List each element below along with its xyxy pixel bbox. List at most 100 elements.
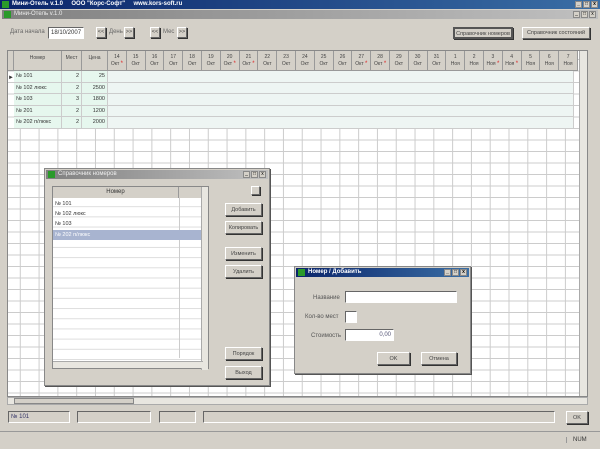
cell-places[interactable]: 2	[62, 82, 82, 93]
maximize-button[interactable]: □	[251, 171, 258, 178]
minimize-button[interactable]: _	[243, 171, 250, 178]
cell-price[interactable]: 25	[82, 71, 108, 82]
scroll-thumb[interactable]	[14, 398, 134, 404]
list-item[interactable]: № 102 люкс	[53, 209, 210, 219]
date-input[interactable]: 18/10/2007	[48, 27, 84, 39]
date-header[interactable]: 25 Окт	[314, 51, 334, 71]
date-header[interactable]: 30 Окт	[408, 51, 428, 71]
cell-room[interactable]: № 102 люкс	[14, 82, 62, 93]
list-item[interactable]: № 202 п/люкс	[53, 229, 203, 240]
exit-button[interactable]: Выход	[225, 366, 262, 379]
booking-cells[interactable]	[108, 71, 574, 82]
date-header[interactable]: 22 Окт	[258, 51, 278, 71]
date-header[interactable]: 20 Окт *	[220, 51, 240, 71]
close-button[interactable]: x	[460, 269, 467, 276]
name-input[interactable]	[345, 291, 457, 303]
dialog-cancel-button[interactable]: Отмена	[421, 352, 457, 365]
date-header[interactable]: 6 Ноя	[540, 51, 560, 71]
header-room[interactable]: Номер	[14, 51, 62, 71]
cell-places[interactable]: 3	[62, 94, 82, 105]
month-prev-button[interactable]: <<	[150, 27, 160, 38]
date-header[interactable]: 1 Ноя	[446, 51, 466, 71]
states-ref-button[interactable]: Справочник состояний	[522, 27, 590, 39]
list-item[interactable]: № 103	[53, 219, 210, 229]
minimize-button[interactable]: _	[573, 11, 580, 18]
date-header[interactable]: 14 Окт *	[108, 51, 127, 71]
date-header[interactable]: 3 Ноя *	[484, 51, 503, 71]
dialog-ok-button[interactable]: OK	[377, 352, 410, 365]
places-input[interactable]	[345, 311, 357, 323]
copy-room-button[interactable]: Копировать	[225, 221, 262, 234]
table-row[interactable]: № 102 люкс 2 2500	[14, 82, 574, 94]
date-header[interactable]: 15 Окт	[126, 51, 146, 71]
maximize-button[interactable]: □	[581, 11, 588, 18]
cell-places[interactable]: 2	[62, 71, 82, 82]
ok-button[interactable]: OK	[566, 411, 588, 424]
cell-places[interactable]: 2	[62, 117, 82, 128]
date-header[interactable]: 4 Ноя *	[502, 51, 522, 71]
date-header[interactable]: 23 Окт	[277, 51, 296, 71]
table-row[interactable]: № 103 3 1800	[14, 94, 574, 106]
num-indicator: NUM	[566, 437, 587, 443]
date-header[interactable]: 19 Окт	[202, 51, 221, 71]
close-button[interactable]: x	[589, 11, 596, 18]
month-next-button[interactable]: >>	[177, 27, 187, 38]
date-header[interactable]: 17 Окт	[164, 51, 184, 71]
booking-cells[interactable]	[108, 117, 574, 128]
date-header[interactable]: 18 Окт	[183, 51, 202, 71]
vertical-scrollbar[interactable]	[579, 51, 587, 396]
date-header[interactable]: 16 Окт	[145, 51, 165, 71]
cell-price[interactable]: 2000	[82, 117, 108, 128]
cell-room[interactable]: № 101	[14, 71, 62, 82]
day-next-button[interactable]: >>	[124, 27, 134, 38]
add-room-button[interactable]: Добавить	[225, 203, 262, 216]
minimize-button[interactable]: _	[444, 269, 451, 276]
date-header[interactable]: 26 Окт	[333, 51, 353, 71]
cell-room[interactable]: № 103	[14, 94, 62, 105]
close-button[interactable]: x	[259, 171, 266, 178]
close-button[interactable]: x	[591, 1, 598, 8]
date-header[interactable]: 21 Окт *	[239, 51, 259, 71]
date-header[interactable]: 31 Окт	[427, 51, 447, 71]
date-header[interactable]: 7 Ноя	[559, 51, 578, 71]
date-day: 1	[453, 54, 457, 60]
edit-room-button[interactable]: Изменить	[225, 247, 262, 260]
minimize-button[interactable]: _	[575, 1, 582, 8]
order-button[interactable]: Порядок	[225, 347, 262, 360]
cost-input[interactable]: 0,00	[345, 329, 394, 341]
table-row[interactable]: № 201 2 1200	[14, 105, 574, 117]
delete-room-button[interactable]: Удалить	[225, 265, 262, 278]
table-row[interactable]: № 101 2 25	[14, 71, 574, 83]
list-horizontal-scrollbar[interactable]	[53, 361, 203, 368]
horizontal-scrollbar[interactable]	[7, 397, 588, 405]
booking-cells[interactable]	[108, 105, 574, 116]
booking-cells[interactable]	[108, 82, 574, 93]
list-vertical-scrollbar[interactable]	[201, 187, 208, 370]
company: ООО "Корс-Софт"	[71, 1, 126, 7]
day-prev-button[interactable]: <<	[96, 27, 106, 38]
cell-places[interactable]: 2	[62, 105, 82, 116]
date-header[interactable]: 24 Окт	[296, 51, 315, 71]
cell-room[interactable]: № 201	[14, 105, 62, 116]
date-header[interactable]: 27 Окт *	[352, 51, 372, 71]
rooms-ref-button[interactable]: Справочник номеров	[453, 27, 513, 39]
date-header[interactable]: 2 Ноя	[465, 51, 484, 71]
small-button[interactable]	[251, 186, 260, 195]
maximize-button[interactable]: □	[452, 269, 459, 276]
cell-price[interactable]: 1800	[82, 94, 108, 105]
rooms-list[interactable]: Номер № 101 № 102 люкс № 103 № 202 п/люкс	[52, 186, 210, 370]
cell-price[interactable]: 2500	[82, 82, 108, 93]
date-header[interactable]: 29 Окт	[390, 51, 409, 71]
date-header[interactable]: 28 Окт *	[371, 51, 390, 71]
maximize-button[interactable]: □	[583, 1, 590, 8]
list-item[interactable]: № 101	[53, 199, 210, 209]
cell-room[interactable]: № 202 п/люкс	[14, 117, 62, 128]
header-price[interactable]: Цена	[82, 51, 108, 71]
cell-price[interactable]: 1200	[82, 105, 108, 116]
rooms-list-header[interactable]: Номер	[53, 187, 179, 198]
table-row[interactable]: № 202 п/люкс 2 2000	[14, 117, 574, 129]
header-places[interactable]: Мест	[62, 51, 82, 71]
date-header[interactable]: 5 Ноя	[521, 51, 541, 71]
booking-cells[interactable]	[108, 94, 574, 105]
date-day: 29	[396, 54, 402, 60]
